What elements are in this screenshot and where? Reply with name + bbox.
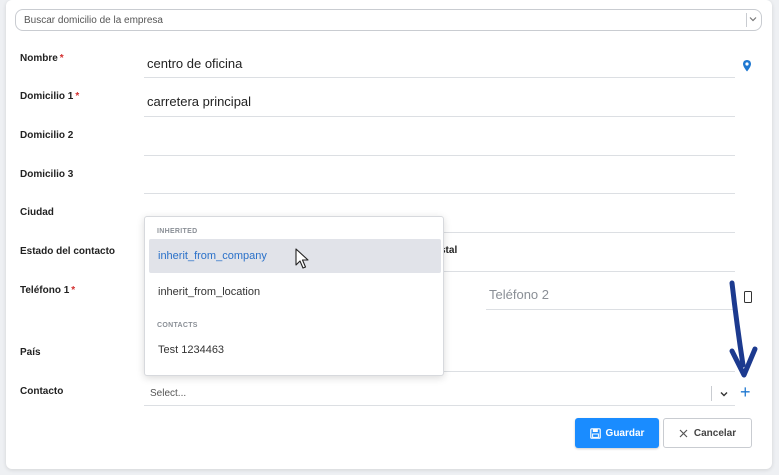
nombre-label: Nombre *: [20, 53, 64, 64]
add-contact-button[interactable]: +: [740, 383, 751, 401]
telefono2-underline: [486, 309, 735, 310]
map-pin-icon[interactable]: [742, 59, 752, 73]
domicilio2-label: Domicilio 2: [20, 130, 74, 141]
save-button-label: Guardar: [605, 427, 645, 439]
cancel-button-label: Cancelar: [693, 427, 737, 439]
ciudad-label: Ciudad: [20, 207, 54, 218]
company-address-search[interactable]: Buscar domicilio de la empresa: [15, 9, 762, 31]
domicilio3-label: Domicilio 3: [20, 169, 74, 180]
estado-label: Estado del contacto: [20, 246, 116, 257]
contacto-separator: [711, 386, 712, 401]
chevron-down-icon[interactable]: [748, 14, 758, 24]
contact-dropdown-menu: INHERITED inherit_from_company inherit_f…: [144, 216, 444, 376]
domicilio1-underline: [144, 116, 735, 117]
dropdown-option-inherit-from-location[interactable]: inherit_from_location: [149, 275, 441, 309]
contacto-select[interactable]: Select...: [144, 382, 735, 406]
cancel-button[interactable]: Cancelar: [663, 418, 752, 448]
telefono1-label: Teléfono 1 *: [20, 285, 76, 296]
close-icon: [679, 429, 688, 437]
contacto-placeholder: Select...: [150, 388, 187, 399]
dropdown-group-inherited: INHERITED: [157, 228, 198, 235]
nombre-underline: [144, 77, 735, 78]
chevron-down-icon[interactable]: [719, 389, 729, 399]
search-placeholder: Buscar domicilio de la empresa: [24, 14, 163, 26]
domicilio1-label: Domicilio 1 *: [20, 91, 80, 102]
dropdown-option-test-contact[interactable]: Test 1234463: [149, 333, 441, 367]
search-separator: [746, 13, 747, 27]
save-button[interactable]: Guardar: [575, 418, 659, 448]
domicilio1-input[interactable]: carretera principal: [147, 94, 251, 109]
dropdown-group-contacts: CONTACTS: [157, 322, 198, 329]
nombre-input[interactable]: centro de oficina: [147, 56, 242, 71]
pais-label: País: [20, 347, 41, 358]
mouse-pointer-icon: [295, 248, 309, 269]
domicilio2-input[interactable]: [144, 155, 735, 156]
telefono2-input[interactable]: Teléfono 2: [489, 287, 549, 302]
arrow-down-icon: [729, 280, 758, 378]
contacto-label: Contacto: [20, 386, 64, 397]
domicilio3-input[interactable]: [144, 193, 735, 194]
floppy-disk-icon: [589, 427, 601, 439]
